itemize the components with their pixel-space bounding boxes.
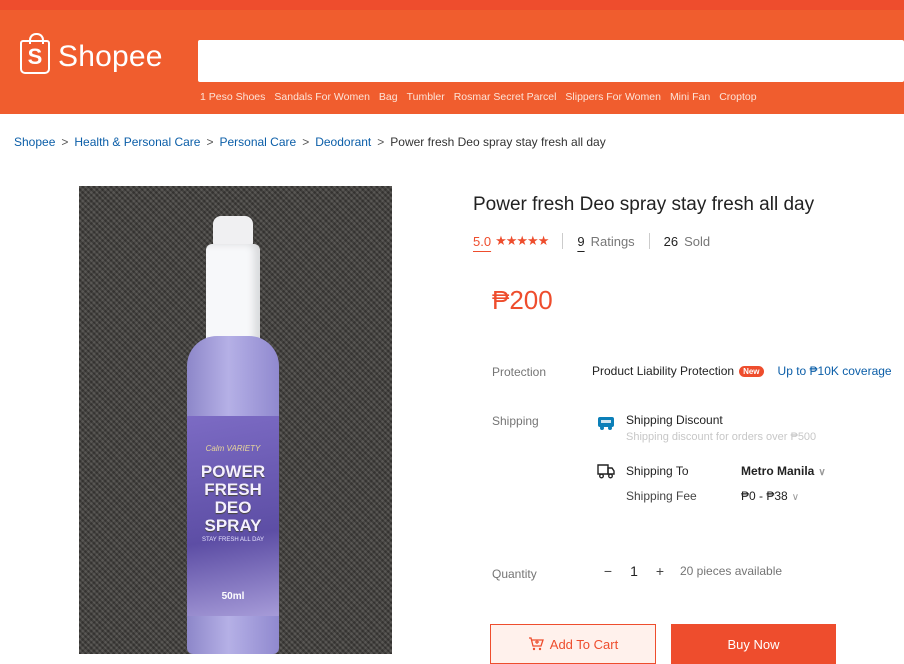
coverage-link[interactable]: Up to ₱10K coverage [778,364,892,378]
breadcrumb-separator: > [377,135,385,149]
protection-text: Product Liability Protection [592,364,735,378]
shipping-label: Shipping [492,414,539,428]
suggestion-link[interactable]: Rosmar Secret Parcel [454,91,557,103]
buy-now-button[interactable]: Buy Now [671,624,836,664]
suggestion-link[interactable]: Sandals For Women [274,91,370,103]
product-stats: 5.0 ★★★★★ 9 Ratings 26 Sold [473,233,710,249]
quantity-label: Quantity [492,567,537,581]
shopee-logo[interactable]: S Shopee [20,33,163,74]
shipping-fee-label: Shipping Fee [626,489,697,503]
star-rating-icon: ★★★★★ [495,233,549,248]
breadcrumb-current: Power fresh Deo spray stay fresh all day [390,135,606,149]
breadcrumb-link-deodorant[interactable]: Deodorant [315,135,371,149]
breadcrumb-link-subcategory[interactable]: Personal Care [219,135,296,149]
suggestion-link[interactable]: Mini Fan [670,91,710,103]
add-to-cart-label: Add To Cart [549,636,619,652]
shipping-to-value: Metro Manila [741,464,815,478]
suggestion-link[interactable]: 1 Peso Shoes [200,91,265,103]
label-title: POWER FRESH DEO SPRAY [200,462,266,535]
shipping-discount-title: Shipping Discount [626,413,723,427]
sold-count: 26 [663,233,679,249]
label-subtitle: STAY FRESH ALL DAY [201,537,265,543]
new-badge: New [739,365,764,377]
shipping-fee-value: ₱0 - ₱38 [741,489,788,503]
quantity-decrease-button[interactable]: − [598,563,618,579]
chevron-down-icon: ∨ [791,492,800,503]
ratings-label: Ratings [590,233,635,249]
suggestion-link[interactable]: Bag [379,91,398,103]
suggestion-link[interactable]: Croptop [719,91,756,103]
breadcrumb-link-home[interactable]: Shopee [14,135,55,149]
sold-label: Sold [684,233,711,249]
stats-divider [648,233,650,249]
truck-icon [597,464,615,479]
shipping-discount-subtitle: Shipping discount for orders over ₱500 [626,431,817,443]
product-image[interactable]: Calm VARIETY POWER FRESH DEO SPRAY STAY … [79,186,392,654]
breadcrumb-link-category[interactable]: Health & Personal Care [74,135,200,149]
protection-label: Protection [492,365,547,379]
stats-divider [562,233,564,249]
search-input[interactable] [198,40,904,82]
shopping-bag-icon: S [20,33,50,74]
suggestion-link[interactable]: Slippers For Women [565,91,661,103]
rating-score[interactable]: 5.0 [473,234,491,249]
cart-plus-icon [528,637,544,651]
stock-available: 20 pieces available [680,564,783,578]
bottle-cap [206,244,260,344]
breadcrumb-separator: > [206,135,214,149]
suggestion-link[interactable]: Tumbler [407,91,445,103]
free-shipping-icon [598,417,614,430]
quantity-stepper: − 1 + 20 pieces available [598,563,782,579]
protection-row: Product Liability Protection New Up to ₱… [592,364,892,378]
shipping-fee-selector[interactable]: ₱0 - ₱38 ∨ [741,489,799,503]
ratings-count[interactable]: 9 [577,234,584,249]
label-volume: 50ml [221,591,245,602]
breadcrumb-separator: > [302,135,310,149]
quantity-increase-button[interactable]: + [650,563,670,579]
bottle-label: Calm VARIETY POWER FRESH DEO SPRAY STAY … [187,416,279,616]
search-suggestions: 1 Peso Shoes Sandals For Women Bag Tumbl… [200,91,757,103]
bottle-body: Calm VARIETY POWER FRESH DEO SPRAY STAY … [187,336,279,654]
shipping-to-selector[interactable]: Metro Manila ∨ [741,464,826,478]
bottle-nozzle [213,216,253,246]
product-title: Power fresh Deo spray stay fresh all day [473,194,815,215]
shipping-to-label: Shipping To [626,464,689,478]
brand-name: Shopee [58,40,163,73]
label-brand: Calm VARIETY [205,444,261,453]
site-header: S Shopee 1 Peso Shoes Sandals For Women … [0,10,904,114]
chevron-down-icon: ∨ [818,467,826,478]
breadcrumb-separator: > [61,135,69,149]
product-price: ₱200 [492,285,553,315]
breadcrumb: Shopee > Health & Personal Care > Person… [14,135,606,149]
add-to-cart-button[interactable]: Add To Cart [490,624,656,664]
top-strip [0,0,904,10]
quantity-input[interactable]: 1 [618,563,650,579]
